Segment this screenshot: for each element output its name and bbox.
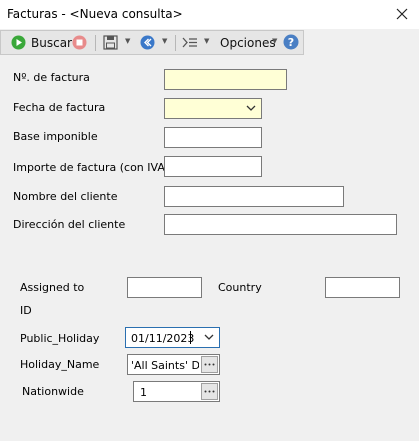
svg-text:?: ? [288, 36, 294, 49]
rewind-icon [140, 35, 155, 50]
holiday-name-label: Holiday_Name [20, 358, 100, 371]
customer-address-input[interactable] [164, 214, 397, 235]
public-holiday-label: Public_Holiday [20, 332, 100, 345]
ellipsis-button[interactable] [201, 356, 218, 373]
search-button-label: Buscar [31, 36, 72, 50]
public-holiday-value: 01/11/2023 [131, 332, 195, 345]
invoice-date-select[interactable] [164, 98, 262, 119]
ellipsis-button[interactable] [201, 383, 218, 400]
customer-name-input[interactable] [164, 186, 344, 207]
navigate-back-button[interactable]: ▼ [137, 31, 171, 54]
nationwide-value: 1 [140, 386, 147, 399]
stop-icon [72, 35, 87, 50]
invoice-amount-input[interactable] [164, 156, 262, 177]
nationwide-input[interactable]: 1 [133, 381, 220, 402]
nationwide-label: Nationwide [22, 385, 84, 398]
close-icon [396, 8, 408, 20]
text-cursor [190, 331, 191, 344]
invoice-date-label: Fecha de factura [13, 101, 106, 114]
save-icon [103, 35, 118, 50]
customer-address-label: Dirección del cliente [13, 218, 126, 231]
chevron-down-icon [204, 334, 214, 340]
play-icon [11, 35, 26, 50]
search-button[interactable]: Buscar [3, 31, 72, 54]
holiday-name-value: 'All Saints' Da [131, 359, 199, 372]
chevron-down-icon: ▼ [204, 37, 210, 45]
save-button[interactable]: ▼ [101, 31, 133, 54]
options-button[interactable]: Opciones ▼ [217, 31, 279, 54]
ellipsis-icon [204, 363, 215, 366]
customer-name-label: Nombre del cliente [13, 190, 118, 203]
title-bar: Facturas - <Nueva consulta> [0, 0, 419, 29]
close-button[interactable] [391, 3, 413, 25]
public-holiday-select[interactable]: 01/11/2023 [125, 327, 220, 348]
holiday-name-input[interactable]: 'All Saints' Da [127, 354, 220, 375]
invoice-amount-label: Importe de factura (con IVA) [13, 161, 170, 174]
chevron-down-icon: ▼ [272, 37, 278, 45]
tax-base-label: Base imponible [13, 130, 98, 143]
options-button-label: Opciones [220, 36, 276, 50]
ellipsis-icon [204, 390, 215, 393]
chevron-down-icon [246, 105, 256, 111]
toolbar-separator [95, 35, 96, 51]
invoice-number-label: Nº. de factura [13, 71, 90, 84]
invoice-number-input[interactable] [164, 69, 287, 90]
toolbar: Buscar ▼ ▼ ▼ Opciones ▼ ? [0, 30, 304, 55]
assigned-to-input[interactable] [127, 277, 202, 298]
assigned-to-label: Assigned to [20, 281, 85, 294]
window-title: Facturas - <Nueva consulta> [7, 7, 183, 21]
tax-base-input[interactable] [164, 127, 262, 148]
filter-button[interactable]: ▼ [181, 31, 213, 54]
country-label: Country [218, 281, 262, 294]
filter-rows-icon [182, 37, 197, 48]
chevron-down-icon: ▼ [125, 37, 131, 45]
assigned-to-id-label: ID [20, 304, 32, 317]
help-button[interactable]: ? [282, 31, 302, 54]
country-input[interactable] [325, 277, 400, 298]
chevron-down-icon: ▼ [162, 37, 168, 45]
toolbar-separator [175, 35, 176, 51]
stop-button[interactable] [71, 31, 89, 54]
help-icon: ? [283, 34, 299, 50]
